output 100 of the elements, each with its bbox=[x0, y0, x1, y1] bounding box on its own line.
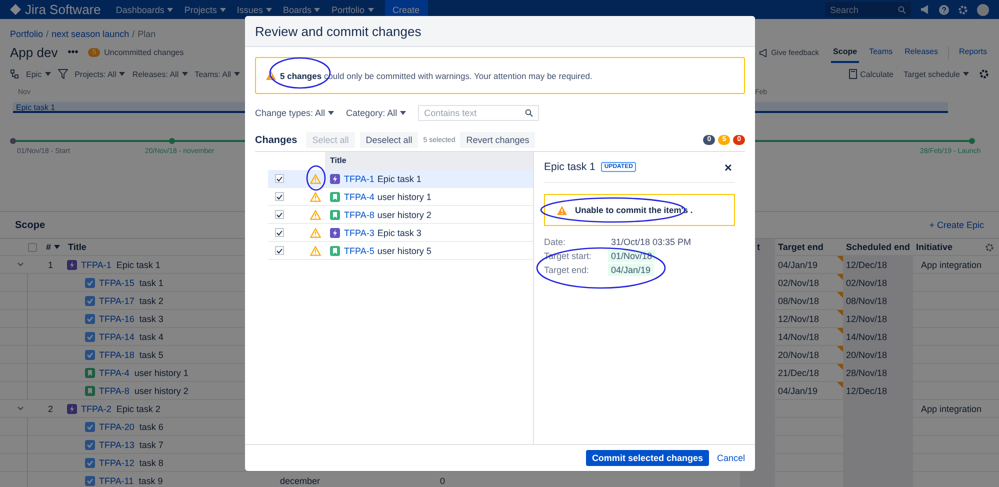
megaphone-icon bbox=[759, 48, 768, 56]
settings-icon[interactable] bbox=[979, 69, 989, 79]
lightning-icon bbox=[67, 404, 77, 414]
issue-key-link[interactable]: TFPA-13 bbox=[99, 440, 134, 450]
issue-summary: task 4 bbox=[139, 332, 164, 342]
issue-key-link[interactable]: TFPA-18 bbox=[99, 350, 134, 360]
table-cell: 08/Nov/18 bbox=[843, 292, 913, 310]
search-field[interactable]: Search bbox=[825, 2, 911, 17]
settings-icon[interactable] bbox=[985, 242, 994, 252]
filter-dropdown[interactable]: Category: All bbox=[346, 108, 406, 118]
table-cell: 14/Nov/18 bbox=[778, 332, 820, 342]
issue-summary[interactable]: Epic task 3 bbox=[377, 228, 422, 238]
column-header: Title bbox=[68, 242, 86, 252]
issue-summary: task 6 bbox=[139, 422, 164, 432]
issue-summary[interactable]: user history 5 bbox=[377, 246, 432, 256]
search-field[interactable]: Contains text bbox=[418, 105, 540, 121]
create-epic-link[interactable]: + Create Epic bbox=[929, 220, 984, 230]
more-button[interactable]: ••• bbox=[68, 47, 78, 58]
tab[interactable]: Reports bbox=[956, 42, 989, 63]
checkbox[interactable] bbox=[274, 174, 284, 183]
tab[interactable]: Teams bbox=[867, 42, 895, 63]
issue-key-link[interactable]: TFPA-3 bbox=[344, 228, 374, 238]
chevron-down-icon[interactable] bbox=[17, 262, 24, 267]
search-icon bbox=[525, 109, 534, 117]
filter-dropdown[interactable]: Releases: All bbox=[132, 70, 188, 78]
nav-menu[interactable]: Projects bbox=[184, 4, 226, 14]
issue-key-link[interactable]: TFPA-1 bbox=[81, 260, 112, 270]
changes-heading: Changes bbox=[255, 134, 298, 146]
schedule-dropdown[interactable]: Target schedule bbox=[904, 70, 969, 78]
nav-menu[interactable]: Portfolio bbox=[331, 4, 374, 14]
checkbox[interactable] bbox=[28, 242, 37, 252]
lightning-icon bbox=[330, 174, 340, 184]
issue-key-link[interactable]: TFPA-20 bbox=[99, 422, 134, 432]
plan-title: App dev bbox=[10, 45, 58, 60]
issue-key-link[interactable]: TFPA-16 bbox=[99, 314, 134, 324]
bookmark-icon bbox=[330, 246, 340, 256]
revert-button[interactable]: Revert changes bbox=[460, 132, 536, 148]
issue-key-link[interactable]: TFPA-11 bbox=[99, 476, 134, 486]
filter-dropdown[interactable]: Projects: All bbox=[74, 70, 126, 78]
table-cell: App integration bbox=[921, 404, 982, 414]
milestone-dot[interactable] bbox=[969, 138, 975, 144]
hand-drawn-circle bbox=[306, 165, 326, 191]
issue-key-link[interactable]: TFPA-14 bbox=[99, 332, 134, 342]
bookmark-icon bbox=[330, 210, 340, 220]
filter-dropdown[interactable]: Change types: All bbox=[255, 108, 334, 118]
checkbox[interactable] bbox=[274, 210, 284, 219]
avatar[interactable] bbox=[977, 4, 989, 16]
issue-key-link[interactable]: TFPA-5 bbox=[344, 246, 374, 256]
issue-summary[interactable]: Epic task 1 bbox=[377, 174, 422, 184]
milestone-dot[interactable] bbox=[10, 138, 16, 144]
checkmark-icon bbox=[85, 296, 95, 306]
caret-icon bbox=[119, 72, 126, 76]
close-button[interactable]: × bbox=[721, 160, 735, 174]
issue-key-link[interactable]: TFPA-17 bbox=[99, 296, 134, 306]
issue-key-link[interactable]: TFPA-8 bbox=[344, 210, 374, 220]
checkbox[interactable] bbox=[274, 228, 284, 237]
issue-key-link[interactable]: TFPA-4 bbox=[99, 368, 130, 378]
issue-summary: Epic task 1 bbox=[116, 260, 160, 270]
megaphone-icon[interactable] bbox=[920, 5, 930, 14]
column-header[interactable]: # bbox=[46, 242, 60, 252]
caret-icon bbox=[368, 8, 374, 12]
calculate-button[interactable]: Calculate bbox=[849, 69, 894, 79]
tab[interactable]: Scope bbox=[831, 42, 860, 63]
filter-dropdown[interactable]: Teams: All bbox=[194, 70, 240, 78]
bookmark-icon bbox=[330, 192, 340, 202]
checkbox[interactable] bbox=[274, 246, 284, 255]
checkbox[interactable] bbox=[274, 192, 284, 201]
table-cell: 21/Dec/18 bbox=[778, 368, 820, 378]
nav-menu[interactable]: Issues bbox=[236, 4, 272, 14]
breadcrumb-link[interactable]: Portfolio bbox=[10, 29, 44, 39]
issue-key-link[interactable]: TFPA-1 bbox=[344, 174, 374, 184]
selection-button[interactable]: Deselect all bbox=[360, 132, 418, 148]
detail-title: Epic task 1 bbox=[544, 161, 596, 173]
issue-key-link[interactable]: TFPA-4 bbox=[344, 192, 374, 202]
issue-summary: user history 2 bbox=[134, 386, 188, 396]
breadcrumb-link[interactable]: next season launch bbox=[52, 29, 130, 39]
uncommitted-changes-label[interactable]: Uncommitted changes bbox=[104, 48, 184, 57]
milestone-dot[interactable] bbox=[169, 138, 175, 144]
nav-menu[interactable]: Dashboards bbox=[116, 4, 174, 14]
hierarchy-dropdown[interactable]: Epic bbox=[26, 70, 51, 78]
issue-key-link[interactable]: TFPA-2 bbox=[81, 404, 112, 414]
tab[interactable]: Releases bbox=[902, 42, 940, 63]
issue-key-link[interactable]: TFPA-8 bbox=[99, 386, 130, 396]
issue-summary[interactable]: user history 1 bbox=[377, 192, 432, 202]
filter-icon bbox=[58, 69, 68, 79]
chevron-down-icon[interactable] bbox=[17, 406, 24, 411]
issue-key-link[interactable]: TFPA-15 bbox=[99, 278, 134, 288]
issue-key-link[interactable]: TFPA-12 bbox=[99, 458, 134, 468]
lightning-icon bbox=[330, 228, 340, 238]
warning-icon bbox=[266, 71, 276, 80]
table-cell: 04/Jan/19 bbox=[778, 260, 818, 270]
caret-icon bbox=[182, 72, 188, 76]
issue-summary[interactable]: user history 2 bbox=[377, 210, 432, 220]
nav-menu[interactable]: Boards bbox=[282, 4, 320, 14]
commit-button[interactable]: Commit selected changes bbox=[586, 450, 709, 466]
field-value: 01/Nov/18 bbox=[608, 250, 656, 262]
caret-icon bbox=[54, 245, 60, 249]
issue-summary: task 2 bbox=[139, 296, 164, 306]
cancel-link[interactable]: Cancel bbox=[716, 453, 745, 463]
help-icon[interactable] bbox=[939, 4, 949, 14]
